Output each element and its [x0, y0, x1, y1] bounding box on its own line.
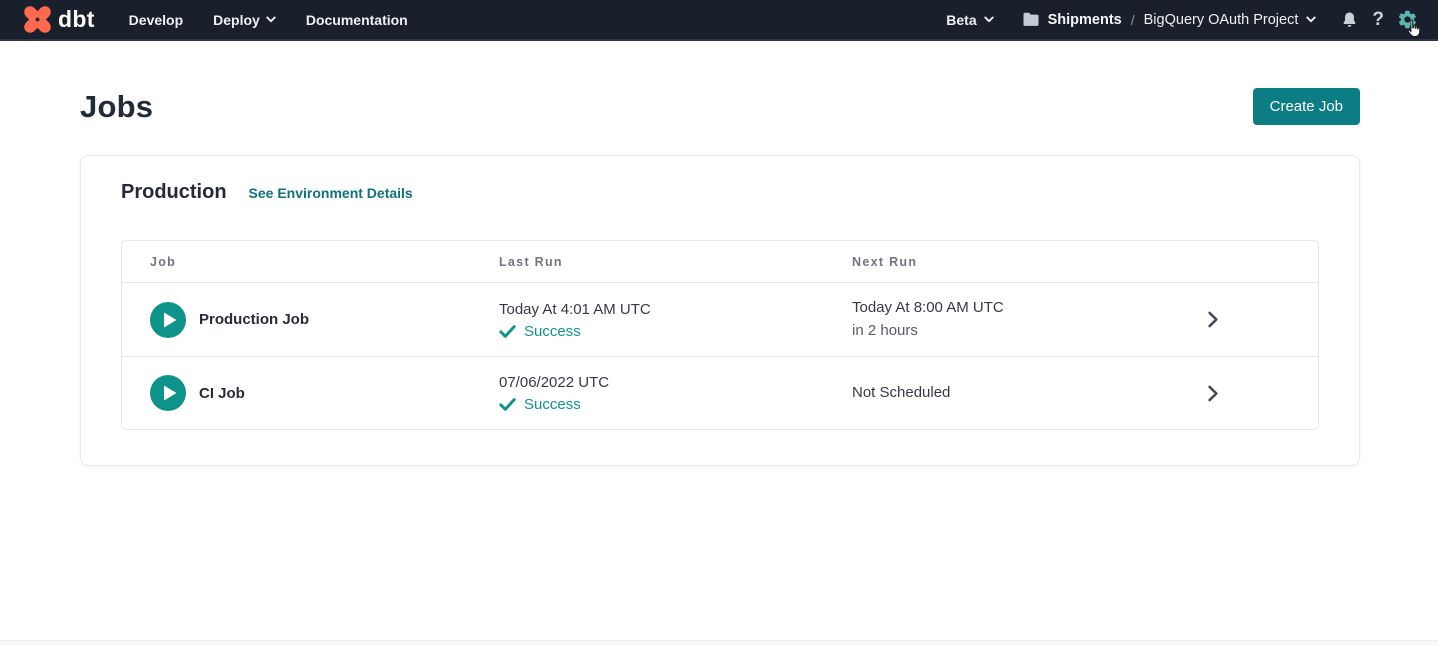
- project-switcher[interactable]: Shipments / BigQuery OAuth Project: [1022, 12, 1317, 28]
- next-run-relative: in 2 hours: [852, 321, 1207, 341]
- last-run-cell: 07/06/2022 UTC Success: [499, 373, 852, 413]
- breadcrumb-separator: /: [1131, 12, 1135, 28]
- column-header-next-run: Next Run: [852, 255, 1207, 269]
- next-run-time: Today At 8:00 AM UTC: [852, 298, 1207, 318]
- navbar-right: Beta Shipments / BigQuery OAuth Project: [946, 9, 1418, 30]
- chevron-down-icon: [984, 16, 994, 23]
- beta-label: Beta: [946, 12, 976, 28]
- check-icon: [499, 398, 516, 411]
- nav-item-documentation[interactable]: Documentation: [306, 12, 408, 28]
- page-header: Jobs Create Job: [80, 88, 1360, 125]
- chevron-down-icon: [266, 16, 276, 23]
- environment-details-link[interactable]: See Environment Details: [249, 185, 413, 201]
- last-run-status: Success: [499, 396, 852, 413]
- help-icon: ?: [1372, 10, 1384, 29]
- top-navbar: dbt Develop Deploy Documentation Beta Sh…: [0, 0, 1438, 41]
- nav-item-develop[interactable]: Develop: [129, 12, 183, 28]
- nav-item-deploy[interactable]: Deploy: [213, 12, 276, 28]
- nav-item-develop-label: Develop: [129, 12, 183, 28]
- main-content: Jobs Create Job Production See Environme…: [0, 88, 1438, 466]
- last-run-time: Today At 4:01 AM UTC: [499, 300, 852, 320]
- next-run-time: Not Scheduled: [852, 383, 1207, 403]
- hand-cursor: [1406, 19, 1421, 38]
- status-text: Success: [524, 396, 581, 413]
- next-run-cell: Today At 8:00 AM UTC in 2 hours: [852, 298, 1207, 341]
- last-run-status: Success: [499, 323, 852, 340]
- status-text: Success: [524, 323, 581, 340]
- job-name: CI Job: [199, 385, 245, 402]
- jobs-table-header: Job Last Run Next Run: [122, 241, 1318, 283]
- chevron-right-icon[interactable]: [1207, 311, 1219, 328]
- environment-title: Production: [121, 181, 227, 204]
- breadcrumb-account[interactable]: Shipments: [1048, 12, 1122, 28]
- check-icon: [499, 325, 516, 338]
- job-row-ci[interactable]: CI Job 07/06/2022 UTC Success Not Schedu…: [122, 356, 1318, 429]
- nav-item-documentation-label: Documentation: [306, 12, 408, 28]
- chevron-down-icon: [1306, 16, 1316, 23]
- last-run-time: 07/06/2022 UTC: [499, 373, 852, 393]
- folder-icon: [1022, 12, 1040, 27]
- bottom-strip: [0, 640, 1438, 646]
- page-title: Jobs: [80, 89, 153, 125]
- primary-nav: Develop Deploy Documentation: [129, 12, 408, 28]
- dbt-logo[interactable]: dbt: [24, 6, 95, 33]
- environment-card-header: Production See Environment Details: [121, 181, 1319, 204]
- notifications-bell-icon: [1340, 10, 1359, 30]
- run-play-button[interactable]: [150, 375, 186, 411]
- create-job-button[interactable]: Create Job: [1253, 88, 1360, 125]
- job-name: Production Job: [199, 311, 309, 328]
- environment-card: Production See Environment Details Job L…: [80, 155, 1360, 466]
- settings-button[interactable]: [1397, 9, 1418, 30]
- breadcrumb-project[interactable]: BigQuery OAuth Project: [1144, 12, 1299, 28]
- dbt-logo-icon: [24, 6, 51, 33]
- run-play-button[interactable]: [150, 302, 186, 338]
- job-cell: CI Job: [150, 375, 499, 411]
- navbar-icon-group: ?: [1340, 9, 1418, 30]
- column-header-job: Job: [150, 255, 499, 269]
- jobs-table: Job Last Run Next Run Production Job Tod…: [121, 240, 1319, 430]
- beta-dropdown[interactable]: Beta: [946, 12, 993, 28]
- last-run-cell: Today At 4:01 AM UTC Success: [499, 300, 852, 340]
- brand-name: dbt: [58, 8, 95, 31]
- job-row-production[interactable]: Production Job Today At 4:01 AM UTC Succ…: [122, 283, 1318, 356]
- notifications-button[interactable]: [1340, 10, 1359, 30]
- chevron-right-icon[interactable]: [1207, 385, 1219, 402]
- help-button[interactable]: ?: [1372, 10, 1384, 29]
- job-cell: Production Job: [150, 302, 499, 338]
- next-run-cell: Not Scheduled: [852, 383, 1207, 403]
- nav-item-deploy-label: Deploy: [213, 12, 260, 28]
- column-header-last-run: Last Run: [499, 255, 852, 269]
